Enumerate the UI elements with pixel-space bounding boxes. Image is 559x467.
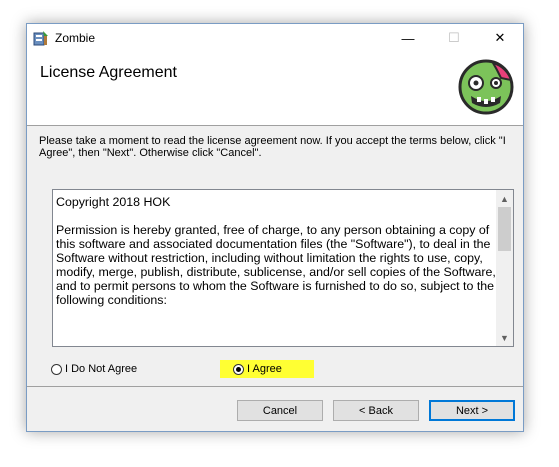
cancel-button[interactable]: Cancel — [237, 400, 323, 421]
license-textbox[interactable]: Copyright 2018 HOK Permission is hereby … — [52, 189, 514, 347]
license-paragraph: Permission is hereby granted, free of ch… — [56, 223, 496, 307]
agree-label: I Agree — [247, 363, 282, 375]
installer-window: Zombie — ☐ ✕ License Agreement Please ta… — [26, 23, 524, 432]
scroll-up-icon[interactable]: ▲ — [496, 190, 513, 207]
header-banner: License Agreement — [27, 52, 523, 126]
license-scrollbar[interactable]: ▲ ▼ — [496, 190, 513, 346]
license-paragraph: Copyright 2018 HOK — [56, 195, 171, 209]
agree-option[interactable]: I Agree — [220, 360, 314, 378]
footer-divider — [27, 386, 523, 387]
page-title: License Agreement — [40, 64, 177, 81]
agree-radio[interactable] — [233, 363, 244, 375]
close-icon: ✕ — [494, 30, 506, 45]
next-button[interactable]: Next > — [429, 400, 515, 421]
installer-icon — [33, 31, 48, 46]
license-text: Copyright 2018 HOK Permission is hereby … — [56, 195, 496, 321]
window-title: Zombie — [55, 31, 96, 45]
zombie-face-logo — [458, 59, 514, 115]
maximize-icon: ☐ — [448, 30, 460, 45]
minimize-button[interactable]: — — [385, 24, 431, 52]
intro-text: Please take a moment to read the license… — [39, 135, 506, 159]
scroll-down-icon[interactable]: ▼ — [496, 329, 513, 346]
disagree-option[interactable]: I Do Not Agree — [51, 360, 137, 378]
minimize-icon: — — [401, 30, 415, 46]
title-bar[interactable]: Zombie — ☐ ✕ — [27, 24, 523, 52]
close-button[interactable]: ✕ — [477, 24, 523, 52]
scroll-thumb[interactable] — [498, 207, 511, 251]
maximize-button[interactable]: ☐ — [431, 24, 477, 52]
disagree-label: I Do Not Agree — [65, 363, 138, 375]
disagree-radio[interactable] — [51, 363, 62, 375]
back-button[interactable]: < Back — [333, 400, 419, 421]
